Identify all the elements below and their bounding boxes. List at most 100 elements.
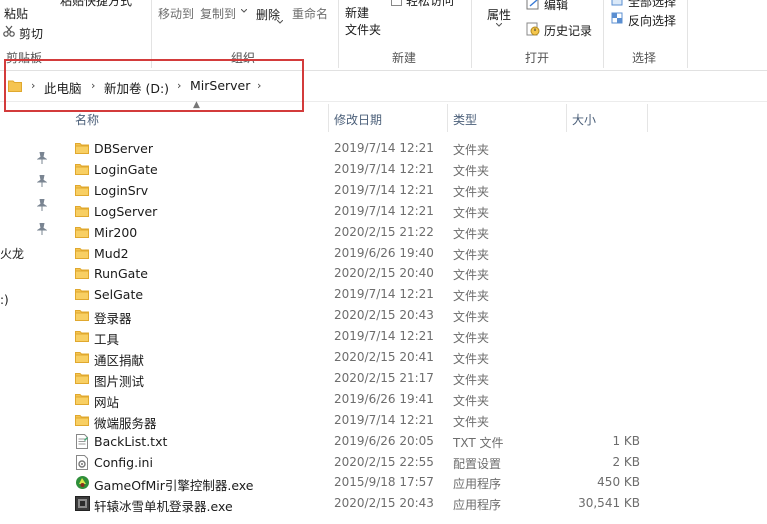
paste-shortcut-button[interactable]: 粘贴快捷方式 [60,0,132,9]
rename-button[interactable]: 重命名 [292,5,328,22]
column-divider[interactable] [566,104,567,132]
file-name: 登录器 [94,311,132,327]
file-type: 文件夹 [453,393,490,408]
file-row[interactable]: 工具 2019/7/14 12:21 文件夹 [0,326,767,347]
chevron-down-icon [277,20,283,24]
column-header-name[interactable]: 名称 [75,111,99,128]
file-type: 文件夹 [453,310,490,325]
file-name: LoginGate [94,161,158,177]
file-date: 2019/7/14 12:21 [334,329,434,344]
file-type: 配置设置 [453,456,502,471]
invert-selection-button[interactable]: 反向选择 [628,12,676,29]
file-date: 2020/2/15 20:41 [334,350,434,364]
file-type: 文件夹 [453,372,490,387]
chevron-down-icon [496,23,502,27]
paste-button[interactable]: 粘贴 [4,5,28,22]
column-divider[interactable] [447,104,448,132]
text-file-icon [75,433,89,452]
history-button[interactable]: 历史记录 [544,22,592,39]
column-header-type[interactable]: 类型 [453,111,477,128]
file-row[interactable]: SelGate 2019/7/14 12:21 文件夹 [0,284,767,305]
file-name: SelGate [94,287,144,303]
file-row[interactable]: 登录器 2020/2/15 20:43 文件夹 [0,305,767,326]
folder-icon [75,162,89,179]
file-row[interactable]: 图片测试 2020/2/15 21:17 文件夹 [0,368,767,389]
file-type: 应用程序 [453,477,502,492]
file-date: 2020/2/15 22:55 [334,454,434,469]
file-row[interactable]: Config.ini 2020/2/15 22:55 配置设置 2 KB [0,452,767,473]
file-name: Mud2 [94,245,129,261]
folder-icon [75,329,89,346]
easy-access-button[interactable]: 轻松访问 [406,0,454,9]
ribbon-separator [471,0,472,68]
file-date: 2019/7/14 12:21 [334,182,434,197]
column-divider[interactable] [328,104,329,132]
file-row[interactable]: LoginGate 2019/7/14 12:21 文件夹 [0,159,767,180]
file-type: 文件夹 [453,143,490,157]
file-name: LogServer [94,203,158,219]
select-group-label: 选择 [632,51,657,65]
file-date: 2019/6/26 19:40 [334,245,434,260]
file-row[interactable]: 网站 2019/6/26 19:41 文件夹 [0,389,767,410]
file-row[interactable]: 轩辕冰雪单机登录器.exe 2020/2/15 20:43 应用程序 30,541 K… [0,493,767,514]
column-divider[interactable] [647,104,648,132]
file-name: Mir200 [94,224,138,240]
file-row[interactable]: Mir200 2020/2/15 21:22 文件夹 [0,222,767,243]
file-date: 2019/6/26 20:05 [334,433,434,448]
file-size: 450 KB [597,475,640,490]
address-highlight-box [4,59,304,112]
column-header-size[interactable]: 大小 [572,111,596,128]
file-name: 工具 [94,332,120,348]
folder-icon [75,225,89,242]
select-all-button[interactable]: 全部选择 [628,0,676,10]
file-type: 文件夹 [453,226,490,241]
ribbon-separator [603,0,604,68]
properties-button[interactable]: 属性 [487,6,511,23]
new-folder-button[interactable]: 新建 文件夹 [345,5,381,39]
sort-ascending-icon: ▲ [193,100,200,110]
file-date: 2020/2/15 20:43 [334,496,434,511]
file-row[interactable]: 通区捐献 2020/2/15 20:41 文件夹 [0,347,767,368]
ribbon-separator [151,0,152,68]
file-row[interactable]: Mud2 2019/6/26 19:40 文件夹 [0,243,767,264]
file-date: 2020/2/15 20:40 [334,266,434,281]
column-header-date[interactable]: 修改日期 [334,111,382,128]
file-type: 文件夹 [453,289,490,304]
folder-icon [75,141,89,158]
file-type: 应用程序 [453,498,502,513]
file-date: 2020/2/15 20:43 [334,308,434,323]
file-name: BackList.txt [94,433,168,449]
file-row[interactable]: LogServer 2019/7/14 12:21 文件夹 [0,201,767,222]
file-row[interactable]: RunGate 2020/2/15 20:40 文件夹 [0,263,767,284]
file-row[interactable]: BackList.txt 2019/6/26 20:05 TXT 文件 1 KB [0,431,767,452]
folder-icon [75,287,89,304]
move-to-button[interactable]: 移动到 [158,5,194,22]
file-name: 图片测试 [94,373,145,389]
file-date: 2015/9/18 17:57 [334,475,434,490]
file-row[interactable]: LoginSrv 2019/7/14 12:21 文件夹 [0,180,767,201]
cut-button[interactable]: 剪切 [19,25,43,42]
file-type: 文件夹 [453,268,490,283]
file-type: TXT 文件 [453,435,504,450]
file-name: DBServer [94,141,153,156]
file-type: 文件夹 [453,414,490,429]
file-row[interactable]: 微端服务器 2019/7/14 12:21 文件夹 [0,410,767,431]
file-type: 文件夹 [453,163,490,178]
ini-file-icon [75,454,89,473]
select-all-icon [611,0,623,6]
file-type: 文件夹 [453,352,490,366]
file-row[interactable]: DBServer 2019/7/14 12:21 文件夹 [0,138,767,159]
file-date: 2019/7/14 12:21 [334,412,434,427]
edit-button[interactable]: 编辑 [544,0,568,13]
copy-to-button[interactable]: 复制到 [200,5,236,22]
file-size: 1 KB [612,433,640,448]
folder-icon [75,308,89,325]
folder-icon [75,413,89,430]
ribbon-separator [338,0,339,68]
file-name: 轩辕冰雪单机登录器.exe [94,499,233,515]
file-date: 2020/2/15 21:17 [334,370,434,385]
file-size: 30,541 KB [578,496,640,511]
file-type: 文件夹 [453,331,490,346]
folder-icon [75,350,89,367]
file-row[interactable]: GameOfMir引擎控制器.exe 2015/9/18 17:57 应用程序 450… [0,472,767,493]
